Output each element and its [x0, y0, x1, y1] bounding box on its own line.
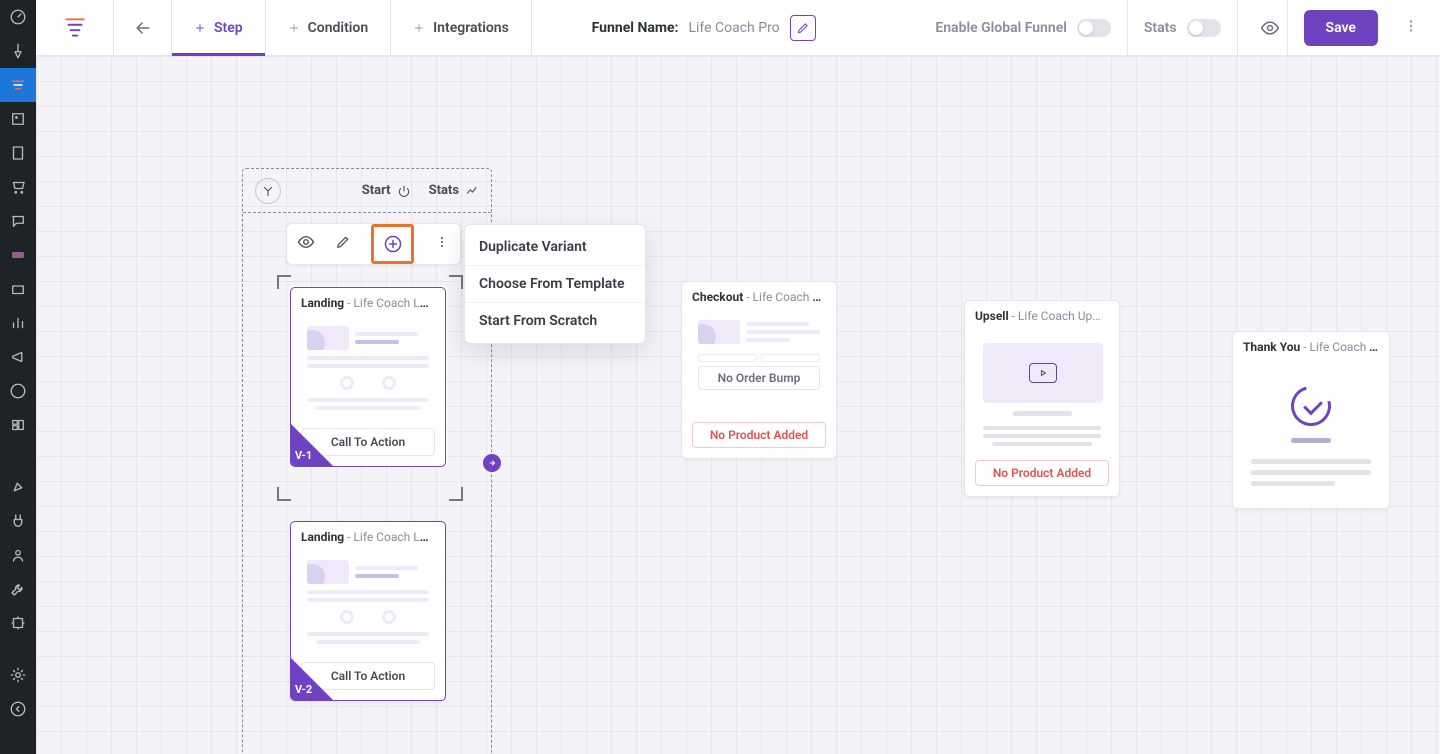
plus-icon — [288, 22, 300, 34]
sidebar-item-appearance[interactable] — [0, 470, 36, 504]
sidebar-item-templates[interactable] — [0, 408, 36, 442]
menu-choose-template[interactable]: Choose From Template — [465, 266, 645, 303]
step-name: - Life Coach Lan… — [347, 296, 441, 310]
eye-icon — [297, 233, 315, 251]
variant-edit-button[interactable] — [335, 234, 351, 254]
topbar: Step Condition Integrations Funnel Name:… — [36, 0, 1440, 56]
admin-sidebar — [0, 0, 36, 754]
step-card-upsell[interactable]: Upsell - Life Coach Up… No Product Added — [964, 300, 1120, 497]
app-brand[interactable] — [36, 0, 114, 55]
stats-label: Stats — [1144, 20, 1177, 36]
sidebar-item-cart[interactable] — [0, 170, 36, 204]
variant-card-v1[interactable]: Landing - Life Coach Lan… Call To Action… — [290, 287, 446, 467]
variant-add-menu: Duplicate Variant Choose From Template S… — [464, 224, 646, 344]
step-name: - Life Coach Up… — [1012, 309, 1101, 323]
order-bump-button[interactable]: No Order Bump — [698, 366, 820, 390]
sidebar-item-analytics[interactable] — [0, 306, 36, 340]
step-card-thankyou[interactable]: Thank You - Life Coach Tha… — [1232, 331, 1390, 509]
arrow-left-icon — [133, 18, 153, 38]
video-placeholder — [983, 343, 1103, 403]
power-icon — [397, 184, 411, 198]
sidebar-item-dashboard[interactable] — [0, 0, 36, 34]
step-type: Landing — [301, 530, 344, 544]
plus-circle-icon — [383, 234, 403, 254]
group-start-button[interactable]: Start — [362, 183, 411, 198]
variant-add-button[interactable] — [371, 224, 414, 264]
topbar-more-button[interactable] — [1394, 17, 1428, 39]
funnel-logo-icon — [62, 15, 88, 41]
step-type: Checkout — [692, 290, 743, 304]
global-funnel-label: Enable Global Funnel — [935, 20, 1067, 36]
sidebar-item-comments[interactable] — [0, 204, 36, 238]
preview-button[interactable] — [1254, 0, 1288, 56]
save-button[interactable]: Save — [1304, 10, 1378, 46]
canvas[interactable]: Start Stats — [36, 56, 1440, 754]
eye-icon — [1260, 18, 1280, 38]
step-type: Upsell — [975, 309, 1009, 323]
step-name: - Life Coach Tha… — [1303, 340, 1389, 354]
variant-view-button[interactable] — [297, 233, 315, 255]
connector-port[interactable] — [483, 454, 501, 472]
pencil-icon — [335, 234, 351, 250]
sidebar-item-woo[interactable] — [0, 238, 36, 272]
no-product-badge[interactable]: No Product Added — [975, 460, 1109, 486]
tab-label: Integrations — [433, 20, 509, 36]
stats-toggle[interactable] — [1187, 19, 1221, 37]
sidebar-item-pin[interactable] — [0, 34, 36, 68]
group-stats-button[interactable]: Stats — [429, 183, 479, 198]
sidebar-item-funnel[interactable] — [0, 68, 36, 102]
variant-card-v2[interactable]: Landing - Life Coach Lan… Call To Action… — [290, 521, 446, 701]
sidebar-item-marketing[interactable] — [0, 340, 36, 374]
preview-image-placeholder — [307, 326, 349, 350]
funnel-stripes-icon — [9, 76, 27, 94]
tab-integrations[interactable]: Integrations — [391, 0, 532, 55]
more-vertical-icon — [434, 234, 450, 250]
plus-icon — [194, 22, 206, 34]
tab-label: Step — [214, 20, 243, 36]
group-stats-label: Stats — [429, 183, 459, 198]
menu-start-scratch[interactable]: Start From Scratch — [465, 303, 645, 339]
sidebar-item-tools[interactable] — [0, 572, 36, 606]
variant-more-button[interactable] — [434, 234, 450, 254]
variant-toolbar — [286, 223, 461, 265]
sidebar-item-media[interactable] — [0, 102, 36, 136]
play-icon — [1038, 368, 1048, 378]
sidebar-item-users[interactable] — [0, 538, 36, 572]
step-card-checkout[interactable]: Checkout - Life Coach Ch… No Order Bump … — [681, 281, 837, 459]
step-type: Thank You — [1243, 340, 1300, 354]
sidebar-item-plugins[interactable] — [0, 504, 36, 538]
trend-icon — [465, 184, 479, 198]
plus-icon — [413, 22, 425, 34]
sidebar-item-products[interactable] — [0, 272, 36, 306]
success-check-icon — [1284, 379, 1339, 434]
step-name: - Life Coach Lan… — [347, 530, 441, 544]
menu-duplicate-variant[interactable]: Duplicate Variant — [465, 229, 645, 266]
tab-condition[interactable]: Condition — [266, 0, 392, 55]
preview-image-placeholder — [698, 320, 740, 344]
variant-badge: V-1 — [291, 412, 345, 466]
sidebar-item-settings[interactable] — [0, 606, 36, 640]
preview-image-placeholder — [307, 560, 349, 584]
more-vertical-icon — [1402, 17, 1420, 35]
funnel-name-value: Life Coach Pro — [688, 20, 779, 36]
global-funnel-toggle[interactable] — [1077, 19, 1111, 37]
sidebar-item-collapse[interactable] — [0, 692, 36, 726]
step-name: - Life Coach Ch… — [746, 290, 835, 304]
back-button[interactable] — [114, 0, 172, 55]
funnel-name-label: Funnel Name: — [592, 20, 679, 36]
variant-badge: V-2 — [291, 646, 345, 700]
edit-name-button[interactable] — [790, 15, 816, 41]
sidebar-item-elementor[interactable] — [0, 374, 36, 408]
tab-label: Condition — [308, 20, 369, 36]
step-type: Landing — [301, 296, 344, 310]
pencil-icon — [796, 21, 810, 35]
group-start-label: Start — [362, 183, 391, 198]
sidebar-item-pages[interactable] — [0, 136, 36, 170]
no-product-badge[interactable]: No Product Added — [692, 422, 826, 448]
tab-step[interactable]: Step — [172, 0, 266, 55]
split-icon[interactable] — [255, 178, 281, 204]
arrow-right-icon — [486, 457, 498, 469]
sidebar-item-gear[interactable] — [0, 658, 36, 692]
